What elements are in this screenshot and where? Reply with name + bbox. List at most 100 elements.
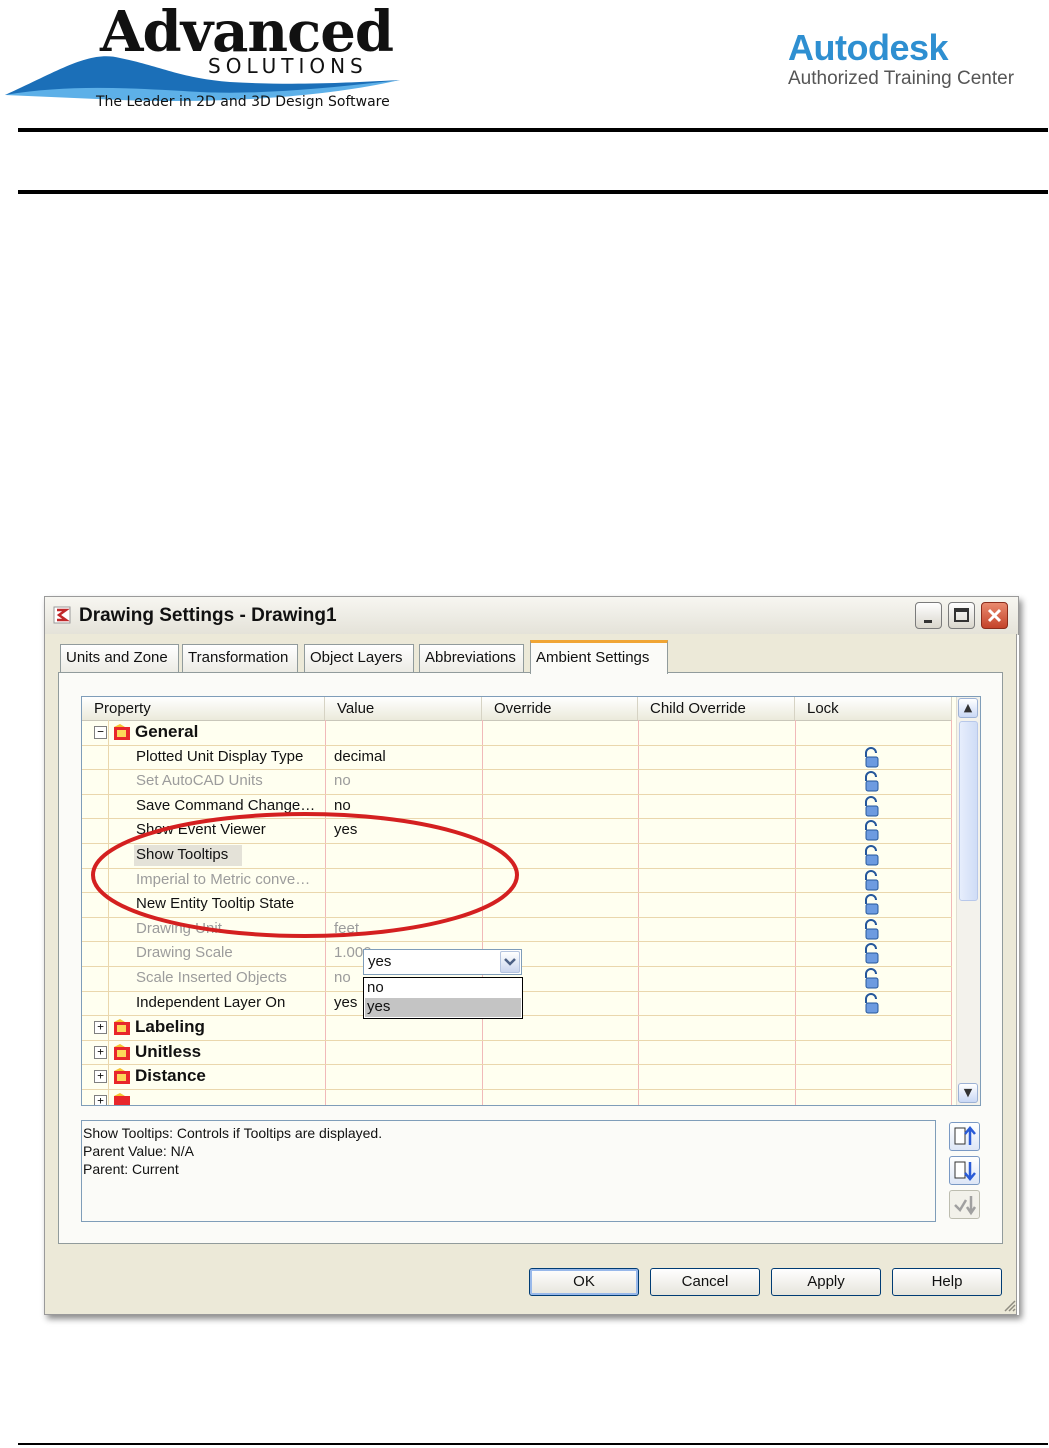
column-header-value[interactable]: Value — [325, 697, 482, 720]
category-row-partial[interactable]: + — [82, 1090, 952, 1105]
column-header-child-override[interactable]: Child Override — [638, 697, 795, 720]
check-arrow-icon — [954, 1196, 977, 1216]
combo-options-list: no yes — [363, 977, 523, 1019]
column-header-property[interactable]: Property — [82, 697, 325, 720]
tab-abbreviations[interactable]: Abbreviations — [419, 644, 524, 672]
table-row[interactable]: Set AutoCAD Units no — [82, 770, 952, 795]
property-name: Drawing Scale — [136, 944, 233, 962]
property-value: yes — [334, 821, 358, 839]
category-row-distance[interactable]: + Distance — [82, 1065, 952, 1090]
minimize-icon — [924, 620, 932, 623]
close-icon — [987, 608, 1002, 623]
expand-icon[interactable]: + — [94, 1070, 107, 1084]
property-value: yes — [334, 993, 358, 1011]
category-row-labeling[interactable]: + Labeling — [82, 1016, 952, 1041]
logo-subtitle: SOLUTIONS — [208, 54, 368, 78]
grid-scrollbar[interactable]: ▲ ▼ — [956, 697, 980, 1105]
property-value: feet — [334, 919, 360, 937]
category-row-general[interactable]: − General — [82, 721, 952, 746]
property-value: no — [334, 969, 351, 986]
autodesk-subtitle: Authorized Training Center — [788, 68, 1015, 89]
category-folder-icon — [114, 724, 130, 740]
table-row[interactable]: Imperial to Metric conve… — [82, 869, 952, 894]
scroll-thumb[interactable] — [959, 721, 978, 901]
column-header-override[interactable]: Override — [482, 697, 638, 720]
lock-icon[interactable] — [861, 992, 881, 1015]
column-header-lock[interactable]: Lock — [795, 697, 952, 720]
category-label: Distance — [135, 1066, 206, 1086]
tab-units-and-zone[interactable]: Units and Zone — [60, 644, 179, 672]
description-panel: Show Tooltips: Controls if Tooltips are … — [81, 1120, 936, 1222]
logo-title: Advanced — [100, 0, 394, 65]
autodesk-logo: Autodesk Authorized Training Center — [788, 28, 1038, 90]
scroll-up-button[interactable]: ▲ — [958, 698, 978, 718]
cancel-button[interactable]: Cancel — [650, 1268, 760, 1296]
header-rule-top — [18, 128, 1048, 132]
tab-ambient-settings[interactable]: Ambient Settings — [530, 640, 668, 674]
property-value: decimal — [334, 747, 386, 765]
lock-icon[interactable] — [861, 943, 881, 965]
lock-icon[interactable] — [861, 869, 881, 892]
lock-icon[interactable] — [861, 918, 881, 941]
property-name: Imperial to Metric conve… — [136, 870, 311, 888]
expand-icon[interactable]: + — [94, 1021, 107, 1035]
lock-icon[interactable] — [861, 845, 881, 867]
logo-tagline: The Leader in 2D and 3D Design Software — [96, 94, 390, 110]
property-name: Set AutoCAD Units — [136, 772, 263, 790]
category-label: General — [135, 722, 199, 741]
category-folder-icon — [114, 1019, 130, 1036]
description-line: Parent: Current — [83, 1161, 179, 1177]
show-tooltips-combo[interactable]: yes — [363, 949, 522, 975]
advanced-solutions-logo: Advanced SOLUTIONS The Leader in 2D and … — [0, 0, 420, 120]
property-name: New Entity Tooltip State — [136, 895, 295, 913]
property-name: Drawing Unit — [136, 919, 222, 937]
expand-icon[interactable]: + — [94, 1045, 107, 1059]
drawing-settings-dialog: Drawing Settings - Drawing1 Units and Zo… — [44, 596, 1019, 1315]
maximize-button[interactable] — [948, 602, 975, 629]
grid-header: Property Value Override Child Override L… — [82, 697, 952, 721]
import-settings-button[interactable] — [949, 1122, 980, 1151]
arrow-down-icon — [954, 1161, 976, 1181]
combo-dropdown-button[interactable] — [500, 951, 520, 973]
lock-icon[interactable] — [861, 820, 881, 842]
property-name: Plotted Unit Display Type — [136, 747, 304, 765]
lock-icon[interactable] — [861, 968, 881, 990]
apply-button[interactable]: Apply — [771, 1268, 881, 1296]
combo-value: yes — [368, 953, 392, 970]
table-row[interactable]: Plotted Unit Display Type decimal — [82, 746, 952, 771]
table-row-selected[interactable]: Show Tooltips — [82, 844, 952, 869]
autodesk-name: Autodesk — [788, 27, 949, 68]
category-row-unitless[interactable]: + Unitless — [82, 1041, 952, 1066]
option-no[interactable]: no — [365, 979, 521, 998]
property-name: Independent Layer On — [136, 993, 286, 1011]
scroll-down-button[interactable]: ▼ — [958, 1083, 978, 1103]
table-row[interactable]: New Entity Tooltip State — [82, 893, 952, 918]
ok-button[interactable]: OK — [529, 1268, 639, 1296]
option-yes[interactable]: yes — [365, 998, 521, 1017]
lock-icon[interactable] — [861, 894, 881, 916]
chevron-down-icon — [504, 958, 516, 966]
property-name: Save Command Change… — [136, 796, 316, 814]
help-button[interactable]: Help — [892, 1268, 1002, 1296]
apply-down-button[interactable] — [949, 1190, 980, 1219]
collapse-icon[interactable]: − — [94, 726, 107, 739]
export-settings-button[interactable] — [949, 1156, 980, 1185]
minimize-button[interactable] — [915, 602, 942, 629]
table-row[interactable]: Save Command Change… no — [82, 795, 952, 820]
table-row[interactable]: Show Event Viewer yes — [82, 819, 952, 844]
lock-icon[interactable] — [861, 746, 881, 769]
lock-icon[interactable] — [861, 771, 881, 793]
header-rule-bottom — [18, 190, 1048, 194]
close-button[interactable] — [981, 602, 1008, 629]
table-row[interactable]: Drawing Unit feet — [82, 918, 952, 943]
tab-transformation[interactable]: Transformation — [182, 644, 298, 672]
dialog-title: Drawing Settings - Drawing1 — [79, 605, 337, 626]
dialog-titlebar[interactable]: Drawing Settings - Drawing1 — [44, 596, 1019, 635]
lock-icon[interactable] — [861, 795, 881, 818]
expand-icon[interactable]: + — [94, 1095, 107, 1105]
property-value: no — [334, 796, 351, 814]
tab-object-layers[interactable]: Object Layers — [304, 644, 414, 672]
footer-rule — [18, 1443, 1048, 1445]
resize-grip-icon[interactable] — [1002, 1298, 1016, 1312]
property-name: Show Tooltips — [136, 846, 229, 863]
